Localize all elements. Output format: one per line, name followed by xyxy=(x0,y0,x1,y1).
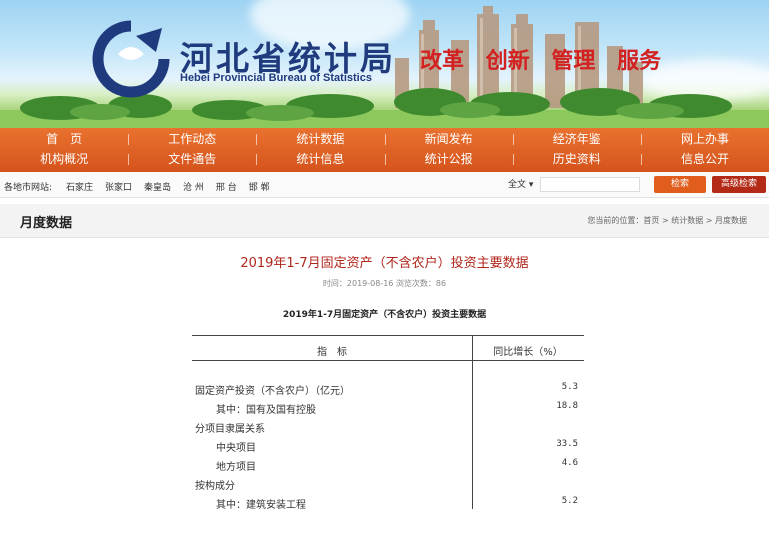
table-cell-indicator: 其中：建筑安装工程 xyxy=(216,500,306,511)
nav-history[interactable]: 历史资料 xyxy=(512,150,641,170)
nav-row-1: 首 页 工作动态 统计数据 新闻发布 经济年鉴 网上办事 xyxy=(0,128,769,148)
slogan-reform: 改革 xyxy=(420,48,465,74)
table-cell-indicator: 中央项目 xyxy=(216,443,256,454)
site-banner: 河北省统计局 Hebei Provincial Bureau of Statis… xyxy=(0,0,769,128)
table-row: 按构成分 xyxy=(192,477,584,493)
nav-row-2: 机构概况 文件通告 统计信息 统计公报 历史资料 信息公开 xyxy=(0,148,769,170)
slogan: 改革 创新 管理 服务 xyxy=(420,43,675,75)
search-button[interactable]: 检索 xyxy=(654,176,706,193)
table-cell-indicator: 地方项目 xyxy=(216,462,256,473)
table-cell-indicator: 其中：国有及国有控股 xyxy=(216,405,316,416)
table-caption: 2019年1-7月固定资产（不含农户）投资主要数据 xyxy=(282,310,487,320)
city-link-qinhuangdao[interactable]: 秦皇岛 xyxy=(144,180,171,193)
nav-economic-yearbook[interactable]: 经济年鉴 xyxy=(512,130,641,148)
table-cell-value: 5.3 xyxy=(561,382,578,392)
table-row: 其中：国有及国有控股 18.8 xyxy=(192,401,584,417)
nav-work-news[interactable]: 工作动态 xyxy=(128,130,256,148)
nav-press-release[interactable]: 新闻发布 xyxy=(384,130,513,148)
article-title: 2019年1-7月固定资产（不含农户）投资主要数据 xyxy=(240,256,529,271)
section-title: 月度数据 xyxy=(20,216,73,231)
table-row: 地方项目 4.6 xyxy=(192,458,584,474)
city-sites-label: 各地市网站: xyxy=(4,183,53,193)
table-cell-value: 33.5 xyxy=(556,439,578,449)
slogan-service: 服务 xyxy=(617,48,662,74)
city-link-cangzhou[interactable]: 沧 州 xyxy=(183,180,204,193)
table-cell-value: 5.2 xyxy=(561,496,578,506)
table-header-growth: 同比增长（%） xyxy=(493,347,563,358)
table-cell-indicator: 固定资产投资（不含农户）（亿元） xyxy=(195,386,350,397)
table-cell-value: 18.8 xyxy=(556,401,578,411)
nav-bulletin[interactable]: 统计公报 xyxy=(384,150,513,170)
nav-statistics-info[interactable]: 统计信息 xyxy=(256,150,384,170)
table-row: 中央项目 33.5 xyxy=(192,439,584,455)
nav-home[interactable]: 首 页 xyxy=(0,130,128,148)
nav-info-disclosure[interactable]: 信息公开 xyxy=(640,150,769,170)
search-scope-select[interactable]: 全文 ▾ xyxy=(508,177,533,190)
table-cell-value: 4.6 xyxy=(561,458,578,468)
main-nav: 首 页 工作动态 统计数据 新闻发布 经济年鉴 网上办事 机构概况 文件通告 统… xyxy=(0,128,769,172)
table-row: 其中：建筑安装工程 5.2 xyxy=(192,496,584,512)
city-links: 石家庄 张家口 秦皇岛 沧 州 邢 台 邯 郸 xyxy=(66,180,282,193)
table-cell-indicator: 分项目隶属关系 xyxy=(195,424,265,435)
city-link-zhangjiakou[interactable]: 张家口 xyxy=(105,180,132,193)
table-header-rule xyxy=(192,360,584,361)
nav-online-services[interactable]: 网上办事 xyxy=(640,130,769,148)
table-header-indicator: 指 标 xyxy=(317,347,347,358)
table-top-rule xyxy=(192,335,584,336)
table-row: 分项目隶属关系 xyxy=(192,420,584,436)
slogan-innovation: 创新 xyxy=(485,48,530,74)
breadcrumb: 您当前的位置：首页 > 统计数据 > 月度数据 xyxy=(587,216,747,225)
search-input[interactable] xyxy=(540,177,640,192)
city-link-xingtai[interactable]: 邢 台 xyxy=(216,180,237,193)
article-meta: 时间：2019-08-16 浏览次数：86 xyxy=(322,279,447,288)
table-cell-indicator: 按构成分 xyxy=(195,481,235,492)
table-row: 固定资产投资（不含农户）（亿元） 5.3 xyxy=(192,382,584,398)
city-link-shijiazhuang[interactable]: 石家庄 xyxy=(66,180,93,193)
section-header: 月度数据 您当前的位置：首页 > 统计数据 > 月度数据 xyxy=(0,204,769,238)
nav-notices[interactable]: 文件通告 xyxy=(128,150,256,170)
city-link-handan[interactable]: 邯 郸 xyxy=(249,180,270,193)
nav-statistics-data[interactable]: 统计数据 xyxy=(256,130,384,148)
advanced-search-button[interactable]: 高级检索 xyxy=(712,176,766,193)
slogan-management: 管理 xyxy=(551,48,596,74)
nav-about[interactable]: 机构概况 xyxy=(0,150,128,170)
bureau-logo-icon xyxy=(92,20,170,98)
city-search-bar: 各地市网站: 石家庄 张家口 秦皇岛 沧 州 邢 台 邯 郸 全文 ▾ 检索 高… xyxy=(0,172,769,198)
site-subtitle: Hebei Provincial Bureau of Statistics xyxy=(180,72,372,84)
data-table: 指 标 同比增长（%） 固定资产投资（不含农户）（亿元） 5.3 其中：国有及国有控… xyxy=(192,335,584,512)
